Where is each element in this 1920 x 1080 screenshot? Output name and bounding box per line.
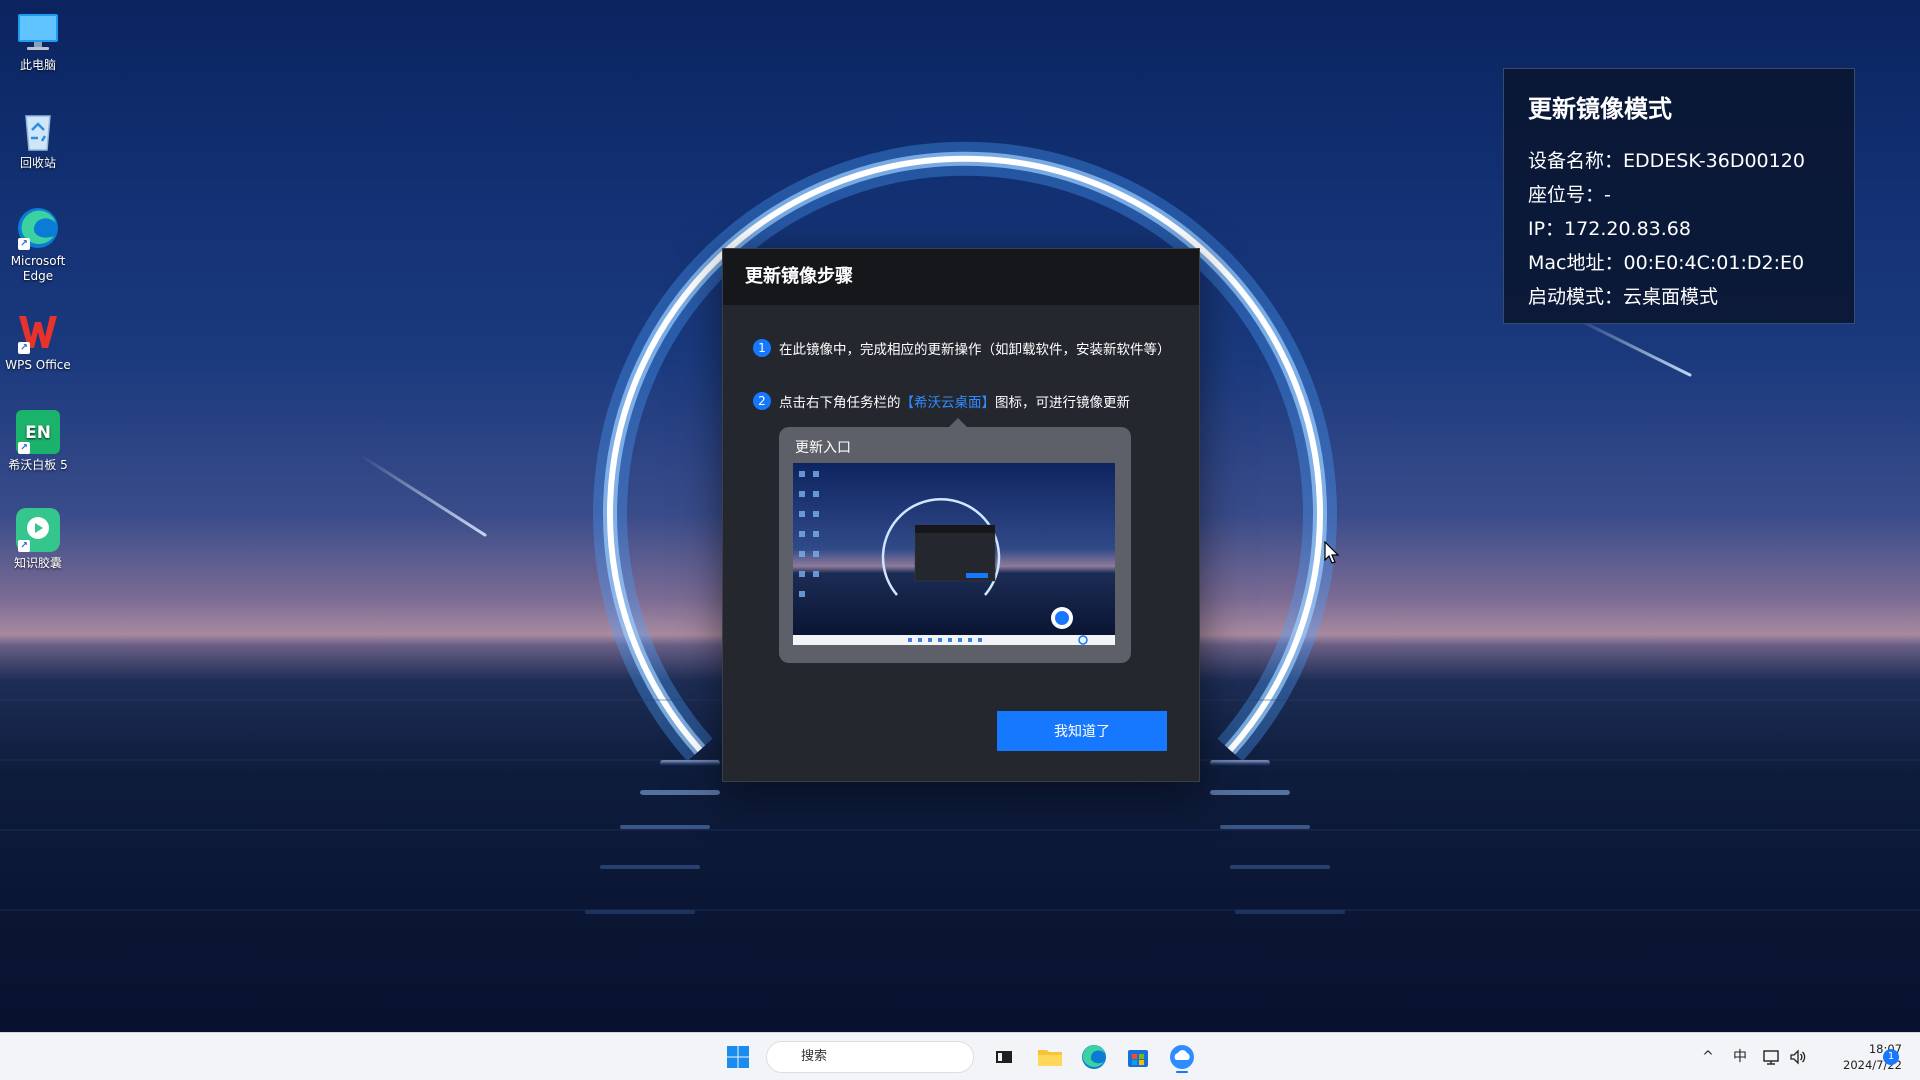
recycle-bin-icon — [16, 108, 60, 152]
info-panel-title: 更新镜像模式 — [1528, 95, 1672, 123]
preview-screenshot — [793, 463, 1115, 645]
desktop-icon-label: 回收站 — [19, 156, 56, 170]
step-1-number: 1 — [753, 339, 771, 357]
store-button[interactable] — [1122, 1041, 1154, 1073]
shortcut-arrow-icon: ↗ — [18, 342, 30, 354]
got-it-button[interactable]: 我知道了 — [997, 711, 1167, 751]
desktop-icon-label: WPS Office — [5, 358, 71, 372]
file-explorer-button[interactable] — [1034, 1041, 1066, 1073]
task-view-icon — [996, 1051, 1012, 1063]
edge-icon: ↗ — [16, 206, 60, 250]
preview-title: 更新入口 — [795, 440, 851, 456]
desktop-icon-label: 此电脑 — [19, 58, 56, 72]
desktop-icon-knowledge-capsule[interactable]: ↗ 知识胶囊 — [0, 508, 76, 571]
shortcut-arrow-icon: ↗ — [18, 238, 30, 250]
knowledge-capsule-icon: ↗ — [16, 508, 60, 552]
network-icon[interactable] — [1760, 1033, 1784, 1080]
volume-icon[interactable] — [1786, 1033, 1810, 1080]
step-1-text: 在此镜像中，完成相应的更新操作（如卸载软件，安装新软件等） — [779, 342, 1171, 358]
seewo-board-icon: EN ↗ — [16, 410, 60, 454]
shortcut-arrow-icon: ↗ — [18, 540, 30, 552]
taskbar: 搜索 ^ 中 18:07 2024/7/22 1 — [0, 1032, 1920, 1080]
seewo-cloud-desktop-button[interactable] — [1166, 1041, 1198, 1073]
input-method-indicator[interactable]: 中 — [1728, 1033, 1752, 1080]
notification-badge[interactable]: 1 — [1883, 1049, 1899, 1065]
info-seat: 座位号：- — [1528, 184, 1611, 206]
shortcut-arrow-icon: ↗ — [18, 442, 30, 454]
preview-desktop-thumbnail — [793, 463, 1115, 645]
seewo-cloud-desktop-icon — [1170, 1045, 1194, 1073]
svg-text:EN: EN — [25, 423, 51, 443]
desktop-icon-edge[interactable]: ↗ Microsoft Edge — [0, 206, 76, 284]
seewo-cloud-desktop-link: 【希沃云桌面】 — [900, 395, 996, 411]
windows-logo-icon — [727, 1046, 749, 1068]
computer-icon — [16, 10, 60, 54]
task-view-button[interactable] — [988, 1041, 1020, 1073]
info-device-name: 设备名称：EDDESK-36D00120 — [1528, 150, 1805, 172]
desktop-icon-seewo[interactable]: EN ↗ 希沃白板 5 — [0, 410, 76, 473]
mouse-cursor-icon — [1324, 541, 1340, 564]
wps-icon: ↗ — [16, 310, 60, 354]
desktop-icon-label: 知识胶囊 — [13, 556, 62, 570]
folder-icon — [1038, 1050, 1062, 1066]
step-2-suffix: 图标，可进行镜像更新 — [995, 395, 1130, 411]
edge-taskbar-button[interactable] — [1078, 1041, 1110, 1073]
step-2: 2 点击右下角任务栏的 【希沃云桌面】 图标，可进行镜像更新 — [753, 391, 1130, 411]
image-mode-info-panel: 更新镜像模式 设备名称：EDDESK-36D00120 座位号：- IP：172… — [1503, 68, 1855, 324]
start-button[interactable] — [722, 1041, 754, 1073]
show-hidden-icons-button[interactable]: ^ — [1696, 1033, 1720, 1080]
taskbar-search-box[interactable]: 搜索 — [766, 1041, 974, 1073]
store-icon — [1128, 1050, 1148, 1067]
desktop-icon-label: Microsoft Edge — [10, 254, 66, 283]
update-image-steps-dialog: 更新镜像步骤 1 在此镜像中，完成相应的更新操作（如卸载软件，安装新软件等） 2… — [722, 248, 1200, 782]
step-2-prefix: 点击右下角任务栏的 — [779, 395, 901, 411]
update-entry-preview-card: 更新入口 — [779, 418, 1131, 663]
info-boot-mode: 启动模式：云桌面模式 — [1528, 286, 1719, 308]
step-1: 1 在此镜像中，完成相应的更新操作（如卸载软件，安装新软件等） — [753, 338, 1171, 358]
dialog-title: 更新镜像步骤 — [723, 249, 1199, 305]
desktop-icon-label: 希沃白板 5 — [8, 458, 68, 472]
info-ip: IP：172.20.83.68 — [1528, 218, 1691, 240]
info-mac: Mac地址：00:E0:4C:01:D2:E0 — [1528, 252, 1805, 274]
desktop-icon-wps[interactable]: ↗ WPS Office — [0, 310, 76, 373]
desktop-icon-recycle-bin[interactable]: 回收站 — [0, 108, 76, 171]
desktop-icon-this-pc[interactable]: 此电脑 — [0, 10, 76, 73]
edge-icon — [1082, 1045, 1106, 1069]
step-2-number: 2 — [753, 392, 771, 410]
